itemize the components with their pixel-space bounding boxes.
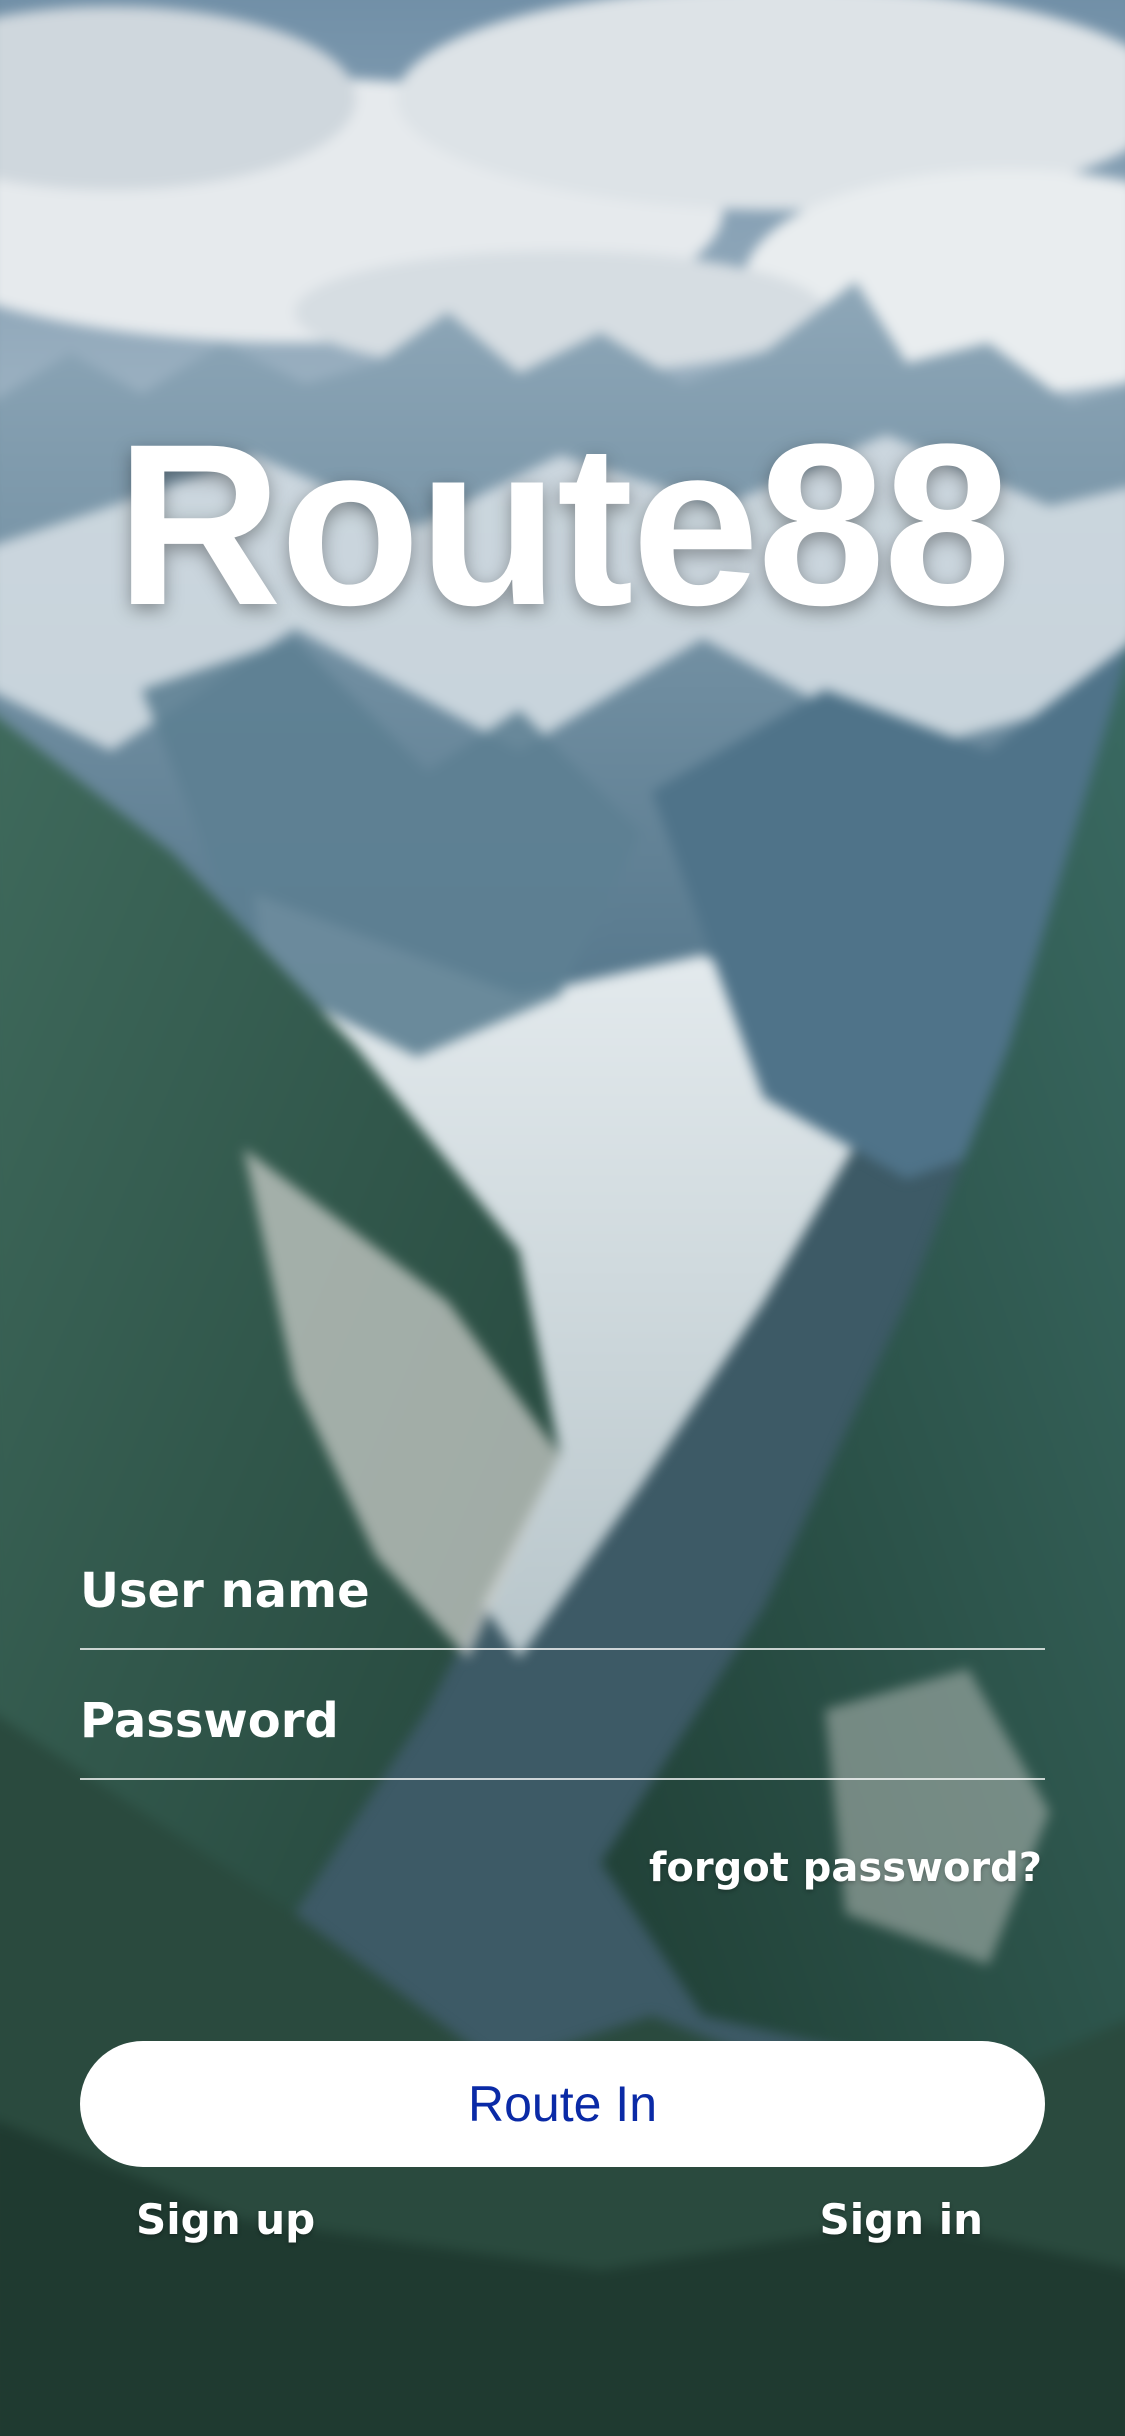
username-field-container	[80, 1538, 1045, 1650]
password-input[interactable]	[80, 1686, 1045, 1756]
route-in-button[interactable]: Route In	[80, 2041, 1045, 2167]
sign-in-link[interactable]: Sign in	[819, 2195, 983, 2244]
login-screen: Route88 forgot password? Route In Sign u…	[0, 0, 1125, 2436]
forgot-password-link[interactable]: forgot password?	[649, 1845, 1042, 1891]
sign-up-link[interactable]: Sign up	[136, 2195, 315, 2244]
username-input[interactable]	[80, 1556, 1045, 1626]
password-field-container	[80, 1668, 1045, 1780]
app-title: Route88	[115, 396, 1011, 653]
